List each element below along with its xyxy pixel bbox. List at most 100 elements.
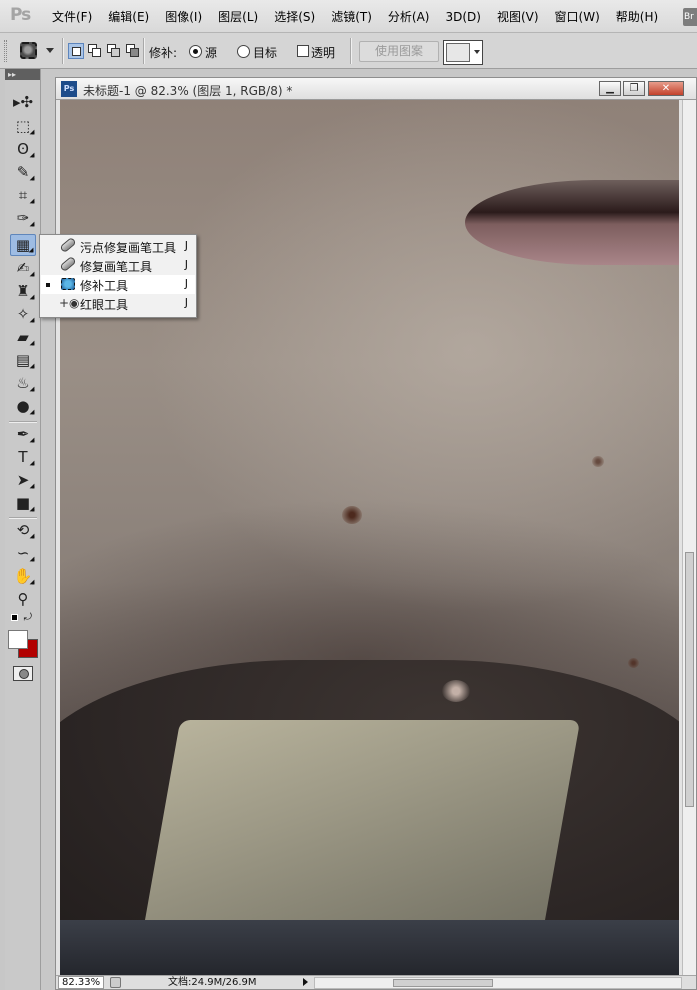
lasso-tool-glyph: ʘ [17, 140, 29, 158]
foreground-color-swatch[interactable] [8, 630, 28, 649]
add-selection-button[interactable] [87, 43, 103, 59]
pen-tool-icon[interactable]: ✒ [10, 423, 36, 445]
red-eye-icon: +◉ [59, 296, 80, 310]
new-selection-button[interactable] [68, 43, 84, 59]
patch-tool-icon [61, 278, 75, 290]
history-brush-tool-glyph: ✧ [16, 305, 30, 323]
chevron-down-icon [474, 50, 480, 54]
3d-rotate-tool-glyph: ⟲ [16, 521, 30, 539]
flyout-item-spot-healing[interactable]: 污点修复画笔工具 J [41, 236, 195, 256]
menu-edit[interactable]: 编辑(E) [100, 8, 157, 26]
zoom-tool-icon[interactable]: ⚲ [10, 588, 36, 610]
selected-bullet-icon [46, 283, 50, 287]
minimize-button[interactable]: ▁ [599, 81, 621, 96]
eraser-tool-icon[interactable]: ▰ [10, 326, 36, 348]
flyout-item-healing-brush[interactable]: 修复画笔工具 J [41, 255, 195, 275]
flyout-item-label: 红眼工具 [80, 298, 129, 312]
brush-tool-icon[interactable]: ✍ [10, 257, 36, 279]
document-size: 文档:24.9M/26.9M [168, 977, 257, 988]
stamp-tool-icon[interactable]: ♜ [10, 280, 36, 302]
collar-area [139, 720, 581, 950]
flyout-item-patch[interactable]: 修补工具 J [41, 275, 195, 294]
use-pattern-button[interactable]: 使用图案 [359, 41, 439, 62]
target-label: 目标 [253, 46, 278, 60]
menu-file[interactable]: 文件(F) [44, 8, 100, 26]
brush-tool-glyph: ✍ [16, 259, 30, 277]
blur-tool-icon[interactable]: ♨ [10, 372, 36, 394]
target-radio[interactable] [237, 45, 250, 58]
path-select-tool-icon[interactable]: ➤ [10, 469, 36, 491]
document-window: Ps 未标题-1 @ 82.3% (图层 1, RGB/8) * ▁ ❐ ✕ 8… [55, 77, 697, 990]
pen-tool-glyph: ✒ [16, 425, 30, 443]
patch-label: 修补: [149, 46, 178, 60]
transparent-checkbox[interactable] [297, 45, 309, 57]
dodge-tool-glyph: ● [16, 397, 30, 415]
menu-3d[interactable]: 3D(D) [437, 8, 488, 26]
bridge-button[interactable]: Br [683, 8, 697, 26]
shape-tool-icon[interactable]: ■ [10, 492, 36, 514]
tool-preset-picker[interactable] [16, 40, 58, 62]
toolbox-expand-icon[interactable]: ▸▸ [5, 69, 40, 80]
crop-tool-glyph: ⌗ [18, 186, 28, 204]
gradient-tool-glyph: ▤ [15, 351, 31, 369]
horizontal-scrollbar[interactable] [314, 977, 682, 989]
flyout-item-shortcut: J [184, 296, 188, 309]
marquee-tool-glyph: ⬚ [15, 117, 31, 135]
mole-spot [628, 658, 639, 668]
patch-tool-icon[interactable]: ▦ [10, 234, 36, 256]
3d-rotate-tool-icon[interactable]: ⟲ [10, 519, 36, 541]
menu-layer[interactable]: 图层(L) [210, 8, 266, 26]
vertical-scroll-thumb[interactable] [685, 552, 694, 807]
crop-tool-icon[interactable]: ⌗ [10, 184, 36, 206]
ps-document-icon: Ps [61, 81, 77, 97]
shirt-area [60, 920, 679, 977]
status-info-icon[interactable] [110, 977, 121, 988]
chevron-down-icon [46, 48, 54, 53]
toolbox: ▸▸ ▸✣ ⬚ ʘ ✎ ⌗ ✑ ▦ ✍ ♜ ✧ ▰ ▤ ♨ ● ✒ T ➤ ■ … [5, 69, 41, 990]
restore-button[interactable]: ❐ [623, 81, 645, 96]
flyout-item-label: 修复画笔工具 [80, 260, 153, 274]
healing-tools-flyout: 污点修复画笔工具 J 修复画笔工具 J 修补工具 J +◉ 红眼工具 J [39, 234, 197, 318]
status-menu-arrow-icon[interactable] [303, 978, 308, 986]
menu-select[interactable]: 选择(S) [266, 8, 323, 26]
3d-orbit-tool-icon[interactable]: ∽ [10, 542, 36, 564]
hand-tool-icon[interactable]: ✋ [10, 565, 36, 587]
gradient-tool-icon[interactable]: ▤ [10, 349, 36, 371]
history-brush-tool-icon[interactable]: ✧ [10, 303, 36, 325]
dodge-tool-icon[interactable]: ● [10, 395, 36, 417]
horizontal-scroll-thumb[interactable] [393, 979, 493, 987]
subtract-selection-button[interactable] [106, 43, 122, 59]
swap-colors-icon[interactable]: ⤾ [11, 612, 35, 626]
source-radio[interactable] [189, 45, 202, 58]
pattern-picker[interactable] [443, 40, 483, 65]
quick-mask-icon[interactable] [13, 666, 33, 681]
eyedropper-tool-icon[interactable]: ✑ [10, 207, 36, 229]
menu-list: 文件(F) 编辑(E) 图像(I) 图层(L) 选择(S) 滤镜(T) 分析(A… [44, 8, 666, 26]
options-grip[interactable] [4, 40, 7, 62]
menu-view[interactable]: 视图(V) [489, 8, 547, 26]
menu-image[interactable]: 图像(I) [157, 8, 210, 26]
document-title-bar[interactable]: Ps 未标题-1 @ 82.3% (图层 1, RGB/8) * ▁ ❐ ✕ [56, 78, 696, 100]
move-tool-icon[interactable]: ▸✣ [10, 91, 36, 113]
menu-help[interactable]: 帮助(H) [608, 8, 666, 26]
quick-select-tool-icon[interactable]: ✎ [10, 161, 36, 183]
spot-healing-brush-icon [59, 236, 77, 254]
close-button[interactable]: ✕ [648, 81, 684, 96]
zoom-field[interactable]: 82.33% [58, 976, 104, 989]
quick-select-tool-glyph: ✎ [16, 163, 30, 181]
flyout-item-red-eye[interactable]: +◉ 红眼工具 J [41, 294, 195, 313]
type-tool-icon[interactable]: T [10, 446, 36, 468]
lasso-tool-icon[interactable]: ʘ [10, 138, 36, 160]
menu-filter[interactable]: 滤镜(T) [323, 8, 380, 26]
flyout-item-shortcut: J [184, 277, 188, 290]
intersect-selection-button[interactable] [125, 43, 141, 59]
marquee-tool-icon[interactable]: ⬚ [10, 115, 36, 137]
type-tool-glyph: T [18, 448, 28, 466]
flyout-item-label: 污点修复画笔工具 [80, 241, 177, 255]
vertical-scrollbar[interactable] [682, 100, 696, 977]
menu-analysis[interactable]: 分析(A) [380, 8, 438, 26]
pattern-preview [446, 43, 470, 62]
image-canvas[interactable] [60, 100, 679, 977]
patch-tool-icon [20, 42, 37, 59]
menu-window[interactable]: 窗口(W) [547, 8, 608, 26]
